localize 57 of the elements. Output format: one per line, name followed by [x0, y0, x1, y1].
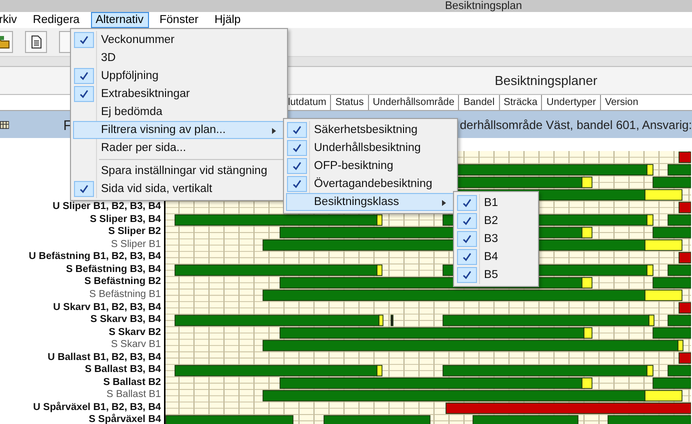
menu-item[interactable]: B1 — [456, 194, 536, 212]
row-label: S Ballast B1 — [106, 389, 161, 402]
column-header[interactable]: Bandel — [458, 95, 499, 110]
menu-bar-item[interactable]: Fönster — [154, 12, 204, 28]
menu-item[interactable]: Spara inställningar vid stängning — [73, 162, 285, 180]
document-button[interactable] — [25, 31, 47, 53]
group-header-text: derhållsområde Väst, bandel 601, Ansvarig: — [460, 118, 692, 132]
row-label: S Sliper B2 — [108, 226, 161, 239]
menu-bar-item[interactable]: Redigera — [28, 12, 85, 28]
row-label: S Skarv B3, B4 — [90, 314, 161, 327]
row-label: S Befästning B3, B4 — [66, 264, 161, 276]
column-header[interactable]: Status — [330, 95, 368, 110]
menu-bar-item[interactable]: Alternativ — [90, 12, 148, 28]
check-icon — [79, 184, 89, 194]
column-header[interactable]: Underhållsområde — [368, 95, 458, 110]
menu-bar-item[interactable]: rkiv — [0, 12, 22, 28]
menu-item[interactable]: 3D — [73, 49, 285, 67]
row-label: U Spårväxel B1, B2, B3, B4 — [33, 402, 161, 414]
menu-item[interactable]: Underhållsbesiktning — [286, 139, 455, 157]
column-header[interactable]: Undertyper — [541, 95, 600, 110]
menu-item[interactable]: B4 — [456, 248, 536, 266]
row-label: S Sliper B3, B4 — [90, 214, 161, 226]
row-label: S Ballast B3, B4 — [84, 364, 161, 377]
menu-item[interactable]: B2 — [456, 212, 536, 230]
submenu-arrow-icon — [442, 200, 446, 206]
row-label: U Sliper B1, B2, B3, B4 — [52, 201, 161, 214]
menu-item[interactable]: B3 — [456, 230, 536, 248]
check-icon — [79, 35, 89, 45]
row-label: U Ballast B1, B2, B3, B4 — [48, 352, 161, 364]
row-label: S Befästning B2 — [84, 276, 161, 290]
row-label: S Ballast B2 — [103, 376, 161, 390]
menu-item[interactable]: Övertagandebesiktning — [286, 175, 455, 193]
row-label: S Sliper B1 — [110, 238, 161, 252]
panel-title: Besiktningsplaner — [494, 73, 598, 88]
menu-item[interactable]: Uppföljning — [73, 67, 285, 85]
menu-item[interactable]: Sida vid sida, vertikalt — [73, 180, 285, 198]
column-header[interactable]: Sträcka — [498, 95, 542, 110]
menu-item[interactable]: OFP-besiktning — [286, 157, 455, 175]
row-label: S Skarv B1 — [110, 339, 161, 352]
menu-item[interactable]: Rader per sida... — [73, 139, 285, 157]
column-header[interactable]: Version — [600, 95, 642, 110]
row-label: U Skarv B1, B2, B3, B4 — [53, 302, 161, 314]
menu-item[interactable]: B5 — [456, 266, 536, 284]
table-icon — [0, 118, 10, 130]
menu-item[interactable]: Säkerhetsbesiktning — [286, 121, 455, 139]
window-title: Besiktningsplan — [444, 1, 522, 12]
submenu-item[interactable]: Besiktningsklass — [286, 193, 455, 211]
document-icon — [30, 35, 42, 49]
row-label: S Befästning B1 — [89, 289, 161, 302]
menu-item[interactable]: Ej bedömda — [73, 103, 285, 121]
submenu-item[interactable]: Filtrera visning av plan... — [73, 121, 285, 139]
submenu-arrow-icon — [272, 128, 276, 134]
row-label: S Skarv B2 — [108, 326, 161, 340]
menu-item[interactable]: Veckonummer — [73, 31, 285, 49]
menu-item[interactable]: Extrabesiktningar — [73, 85, 285, 103]
menu-bar-item[interactable]: Hjälp — [210, 12, 246, 28]
row-label: U Befästning B1, B2, B3, B4 — [28, 251, 161, 264]
